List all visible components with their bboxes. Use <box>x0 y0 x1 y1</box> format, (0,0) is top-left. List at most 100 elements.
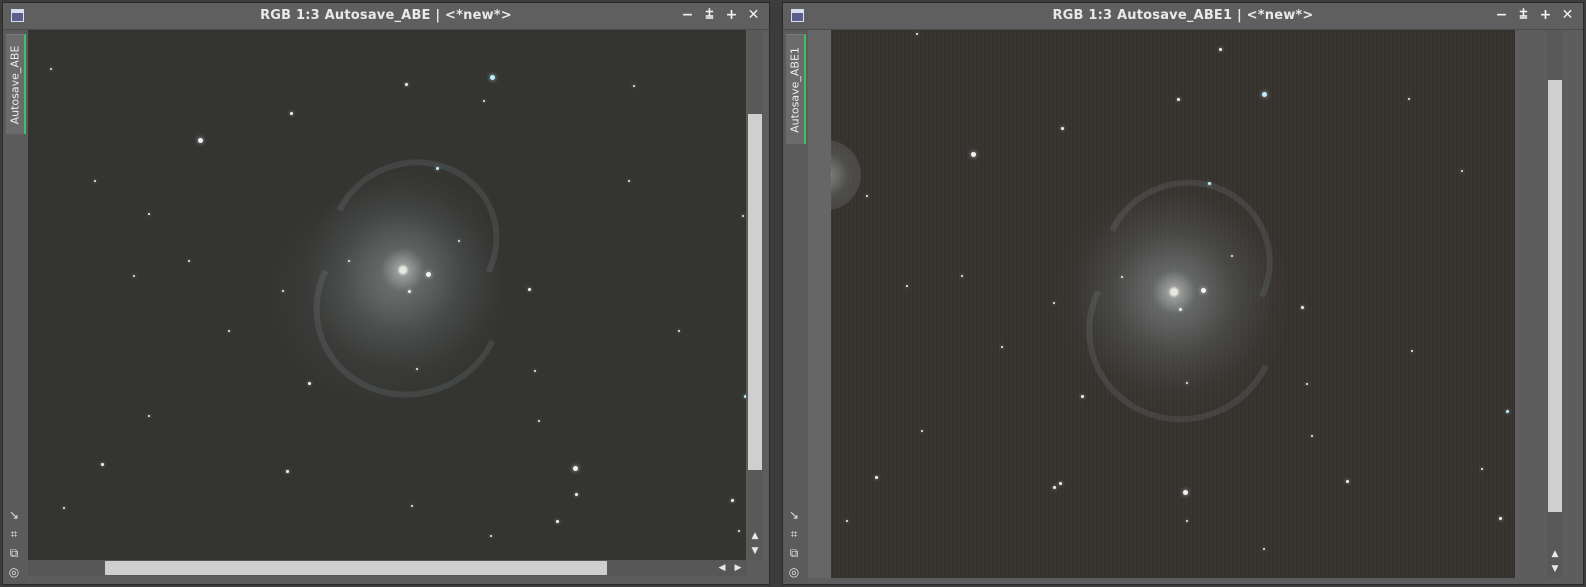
star <box>921 430 923 432</box>
star <box>1262 92 1267 97</box>
scroll-right-icon[interactable]: ▶ <box>731 562 745 574</box>
star <box>528 288 531 291</box>
horizontal-scrollbar[interactable]: ◀ ▶ <box>28 560 747 576</box>
star <box>534 370 536 372</box>
star <box>426 272 431 277</box>
star <box>101 463 104 466</box>
star <box>866 195 868 197</box>
maximize-icon[interactable]: + <box>1538 8 1553 23</box>
vertical-scroll-thumb[interactable] <box>748 114 762 470</box>
arrow-icon[interactable]: ↘ <box>786 507 802 523</box>
star <box>1411 350 1413 352</box>
star <box>1053 302 1055 304</box>
vertical-scrollbar[interactable]: ▲ ▼ <box>747 30 763 560</box>
view-tab[interactable]: Autosave_ABE <box>6 34 26 134</box>
star <box>188 260 190 262</box>
star <box>1186 520 1188 522</box>
star <box>490 75 495 80</box>
star <box>1208 182 1211 185</box>
star <box>133 275 135 277</box>
window-titlebar[interactable]: RGB 1:3 Autosave_ABE | <*new*> − ⩲ + ✕ <box>3 3 769 30</box>
star <box>1301 306 1304 309</box>
scroll-up-icon[interactable]: ▲ <box>1548 548 1562 560</box>
edge-galaxy <box>831 140 861 210</box>
window-titlebar[interactable]: RGB 1:3 Autosave_ABE1 | <*new*> − ⩲ + ✕ <box>783 3 1583 30</box>
star <box>1183 490 1188 495</box>
star <box>961 275 963 277</box>
minimize-icon[interactable]: − <box>680 8 695 23</box>
star <box>846 520 848 522</box>
star <box>916 33 918 35</box>
star <box>308 382 311 385</box>
star <box>742 215 744 217</box>
star <box>416 368 418 370</box>
star <box>148 415 150 417</box>
window-title: RGB 1:3 Autosave_ABE | <*new*> <box>260 8 512 23</box>
image-window-autosave-abe[interactable]: RGB 1:3 Autosave_ABE | <*new*> − ⩲ + ✕ A… <box>2 2 770 585</box>
star <box>1408 98 1410 100</box>
shade-icon[interactable]: ⩲ <box>1516 8 1531 23</box>
maximize-icon[interactable]: + <box>724 8 739 23</box>
star <box>483 100 485 102</box>
star <box>1061 127 1064 130</box>
galaxy-image[interactable] <box>28 30 746 560</box>
galaxy-image[interactable] <box>831 30 1515 578</box>
star <box>1186 382 1188 384</box>
star <box>1346 480 1349 483</box>
image-window-autosave-abe1[interactable]: RGB 1:3 Autosave_ABE1 | <*new*> − ⩲ + ✕ … <box>782 2 1584 585</box>
star <box>198 138 203 143</box>
star <box>1499 517 1502 520</box>
close-icon[interactable]: ✕ <box>746 8 761 23</box>
minimize-icon[interactable]: − <box>1494 8 1509 23</box>
star <box>1481 468 1483 470</box>
star <box>148 213 150 215</box>
zoom-fit-icon[interactable]: ⌗ <box>6 526 22 542</box>
scroll-down-icon[interactable]: ▼ <box>748 545 762 557</box>
star <box>1306 383 1308 385</box>
star <box>1081 395 1084 398</box>
star <box>1219 48 1222 51</box>
scroll-down-icon[interactable]: ▼ <box>1548 563 1562 575</box>
star <box>1506 410 1509 413</box>
star <box>436 167 439 170</box>
star <box>678 330 680 332</box>
copy-icon[interactable]: ⧉ <box>6 545 22 561</box>
vertical-scroll-thumb[interactable] <box>1548 80 1562 512</box>
star <box>633 85 635 87</box>
star <box>1001 346 1003 348</box>
star <box>744 395 746 398</box>
star <box>290 112 293 115</box>
zoom-fit-icon[interactable]: ⌗ <box>786 526 802 542</box>
star <box>971 152 976 157</box>
vertical-scrollbar[interactable]: ▲ ▼ <box>1547 30 1563 578</box>
scroll-up-icon[interactable]: ▲ <box>748 530 762 542</box>
star <box>731 499 734 502</box>
image-margin <box>808 30 831 578</box>
copy-icon[interactable]: ⧉ <box>786 545 802 561</box>
view-tab-label: Autosave_ABE1 <box>788 46 802 133</box>
star <box>1059 482 1062 485</box>
left-toolbar: Autosave_ABE1 ↘ ⌗ ⧉ ◎ <box>783 30 807 584</box>
close-icon[interactable]: ✕ <box>1560 8 1575 23</box>
scroll-left-icon[interactable]: ◀ <box>715 562 729 574</box>
star <box>458 240 460 242</box>
star <box>1461 170 1463 172</box>
view-tab-label: Autosave_ABE <box>8 45 22 124</box>
star <box>875 476 878 479</box>
arrow-icon[interactable]: ↘ <box>6 507 22 523</box>
horizontal-scroll-thumb[interactable] <box>105 561 607 575</box>
star <box>738 530 740 532</box>
star <box>556 520 559 523</box>
star <box>411 505 413 507</box>
star <box>1201 288 1206 293</box>
target-icon[interactable]: ◎ <box>6 564 22 580</box>
target-icon[interactable]: ◎ <box>786 564 802 580</box>
star <box>408 290 411 293</box>
star <box>1053 486 1056 489</box>
star <box>573 466 578 471</box>
star <box>906 285 908 287</box>
view-tab[interactable]: Autosave_ABE1 <box>786 34 806 144</box>
star <box>538 420 540 422</box>
star <box>63 507 65 509</box>
shade-icon[interactable]: ⩲ <box>702 8 717 23</box>
